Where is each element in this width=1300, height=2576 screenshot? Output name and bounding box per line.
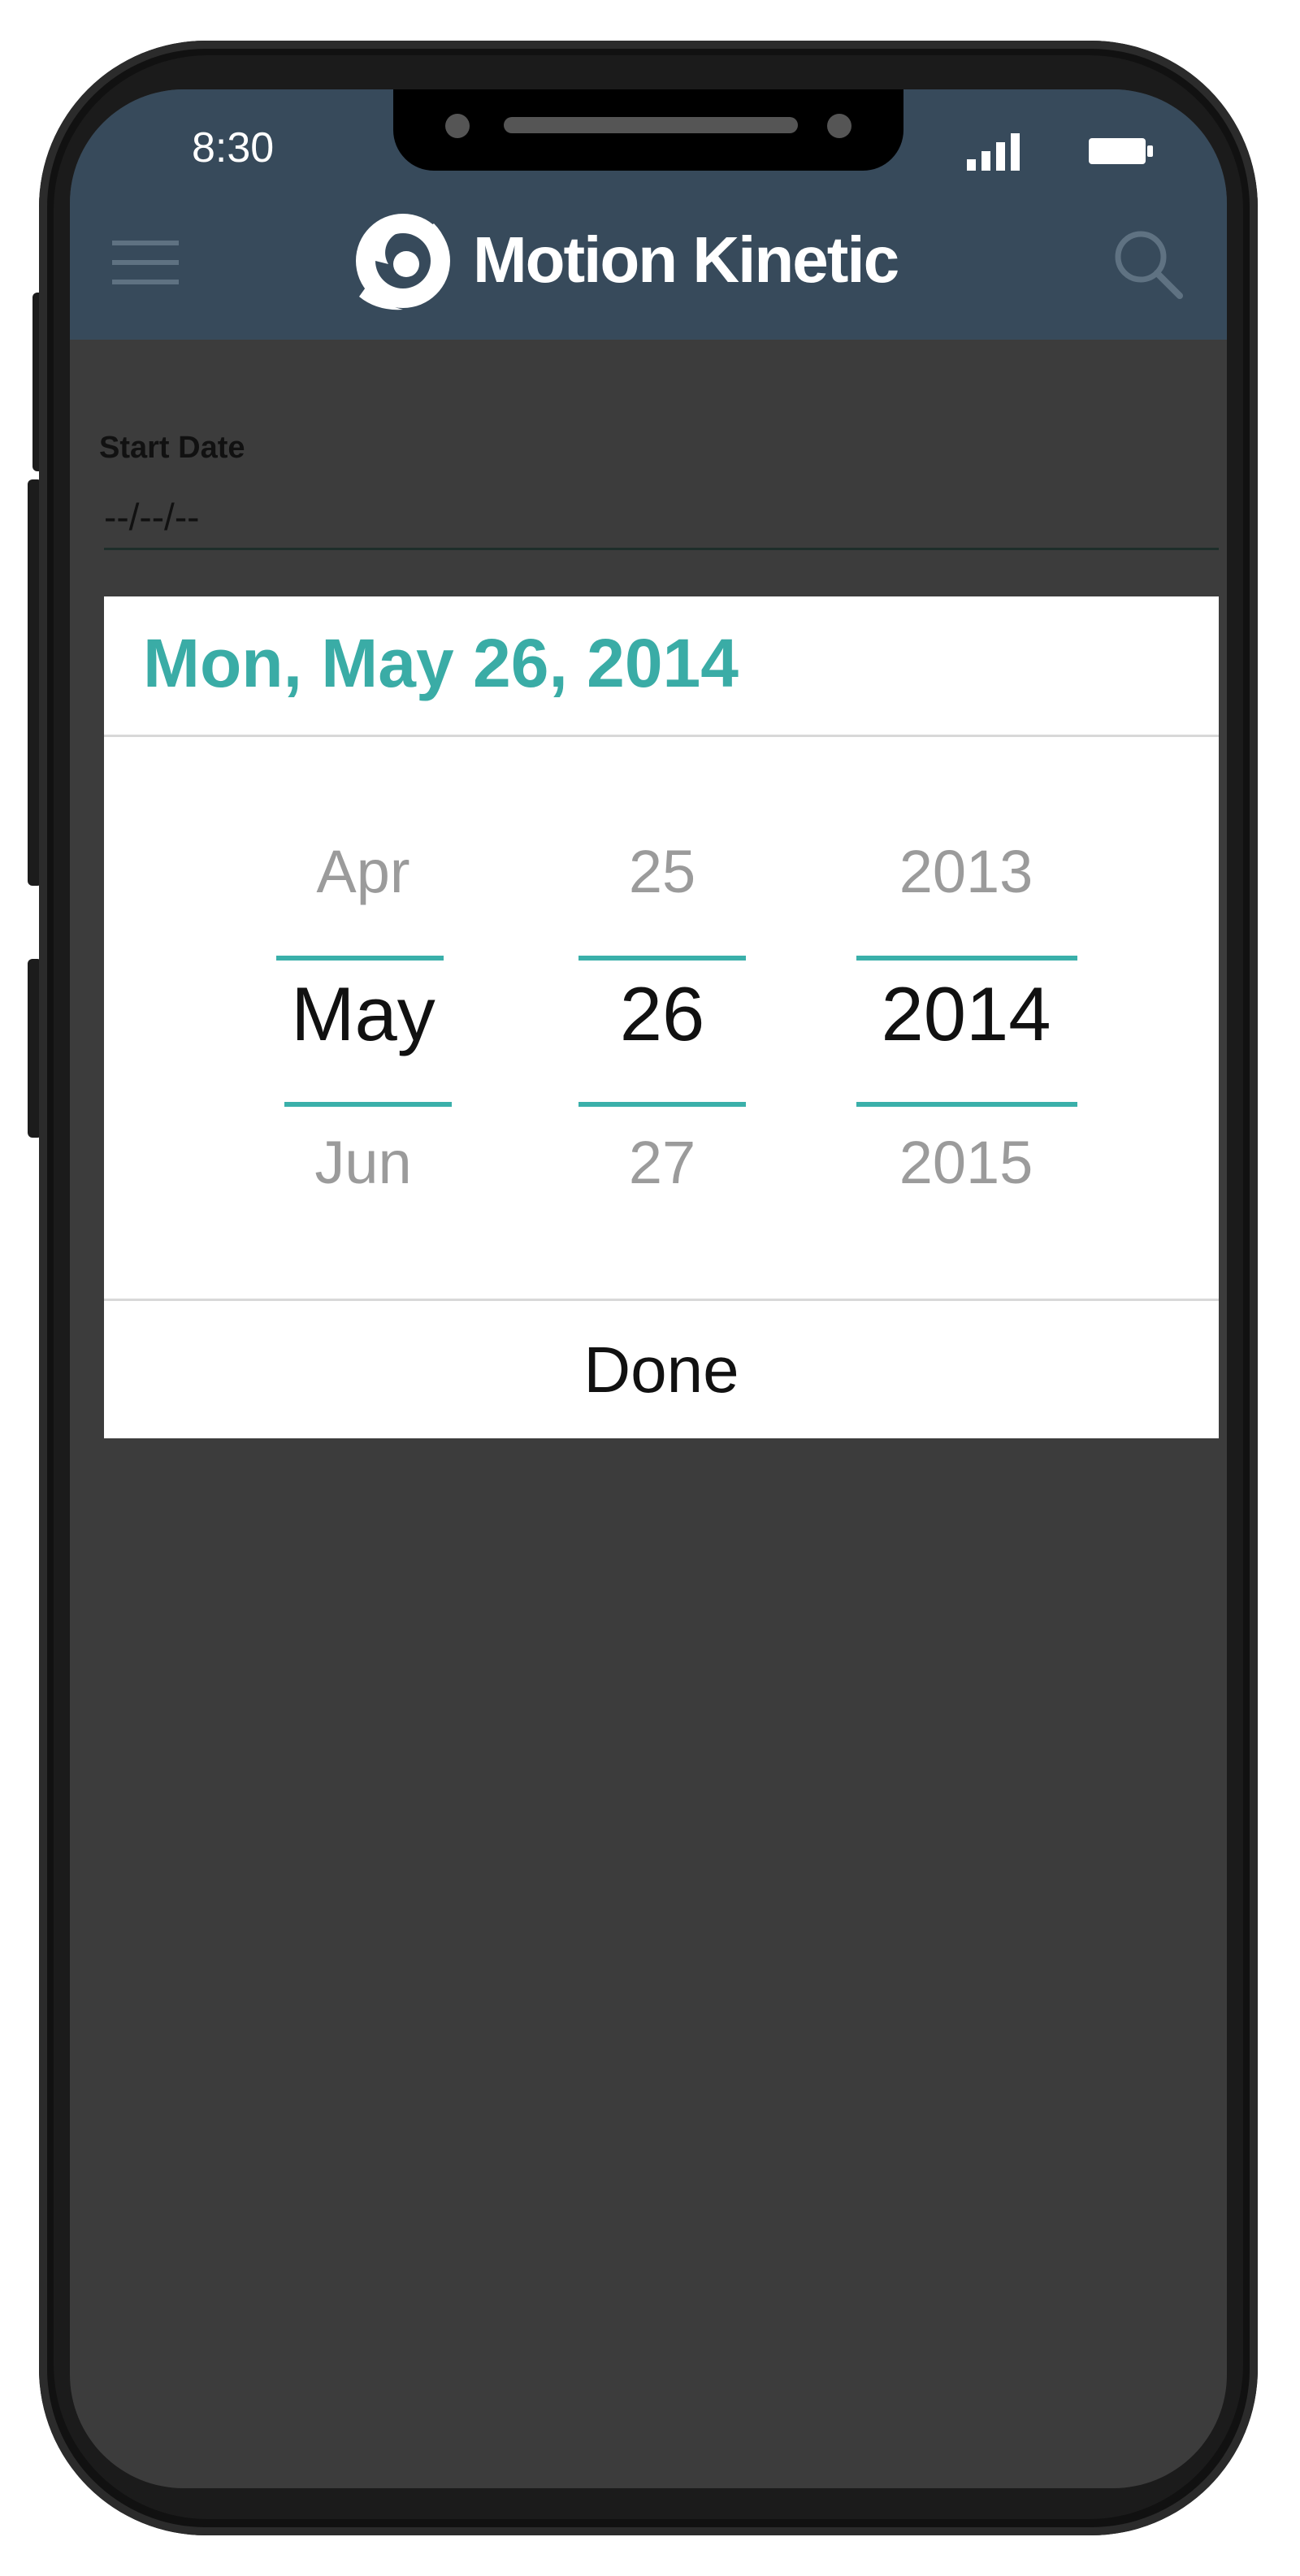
start-date-input[interactable] (104, 486, 1219, 550)
phone-notch (393, 89, 904, 171)
date-picker-footer: Done (104, 1299, 1219, 1441)
earpiece-speaker (504, 117, 798, 133)
selection-line-top (578, 956, 746, 961)
date-picker-header: Mon, May 26, 2014 (104, 596, 1219, 737)
day-prev-option[interactable]: 25 (544, 837, 780, 906)
search-icon[interactable] (1112, 228, 1185, 301)
month-selected-option[interactable]: May (245, 970, 481, 1058)
year-next-option[interactable]: 2015 (848, 1128, 1084, 1197)
month-next-option[interactable]: Jun (245, 1128, 481, 1197)
selection-line-bottom (284, 1102, 452, 1107)
day-selected-option[interactable]: 26 (544, 970, 780, 1058)
month-prev-option[interactable]: Apr (245, 837, 481, 906)
status-time: 8:30 (192, 124, 275, 171)
signal-icon (967, 133, 1020, 171)
selection-line-bottom (578, 1102, 746, 1107)
front-camera (445, 114, 470, 138)
selection-line-bottom (856, 1102, 1077, 1107)
start-date-label: Start Date (99, 431, 245, 465)
selected-date-title: Mon, May 26, 2014 (143, 625, 739, 701)
month-wheel[interactable]: Apr May Jun (245, 808, 481, 1230)
done-button[interactable]: Done (104, 1301, 1219, 1439)
battery-icon (1089, 138, 1153, 164)
date-picker-dialog: Mon, May 26, 2014 Apr May Jun 25 26 27 2… (104, 596, 1219, 1438)
front-sensor (827, 114, 852, 138)
year-wheel[interactable]: 2013 2014 2015 (848, 808, 1084, 1230)
day-next-option[interactable]: 27 (544, 1128, 780, 1197)
phone-screen: 8:30 Motion Kinetic Start Date --/--/-- … (70, 89, 1227, 2488)
selection-line-top (276, 956, 444, 961)
year-selected-option[interactable]: 2014 (848, 970, 1084, 1058)
hamburger-menu-icon[interactable] (112, 241, 179, 284)
day-wheel[interactable]: 25 26 27 (544, 808, 780, 1230)
swirl-logo-icon (356, 214, 450, 310)
brand-name: Motion Kinetic (473, 223, 899, 296)
year-prev-option[interactable]: 2013 (848, 837, 1084, 906)
selection-line-top (856, 956, 1077, 961)
brand-logo[interactable]: Motion Kinetic (353, 207, 899, 313)
